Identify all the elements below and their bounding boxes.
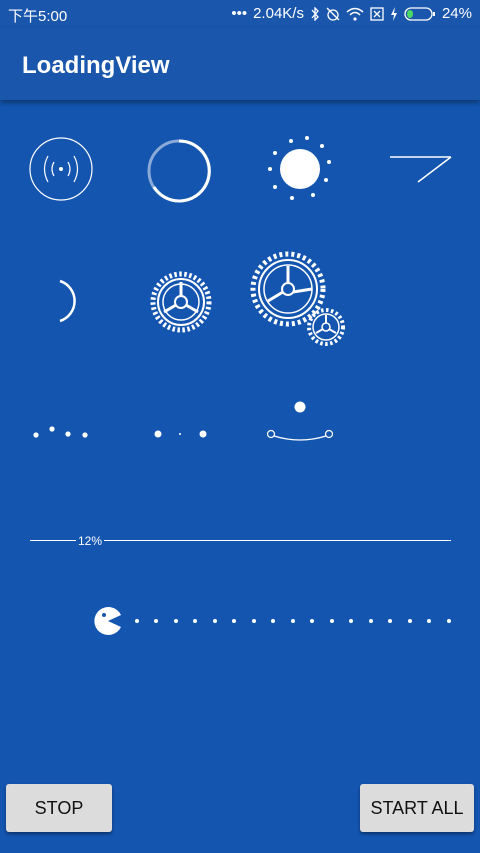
sun-loading-icon[interactable] [265,135,335,205]
progress-label: 12% [76,534,105,548]
bluetooth-icon [311,6,319,21]
line-loading-icon[interactable] [388,152,454,186]
ring-loading-icon[interactable] [146,138,212,204]
bounce-ball-loading-icon[interactable] [264,398,338,446]
status-bar: 下午5:00 ••• 2.04K/s 24% [0,0,480,28]
network-speed: 2.04K/s [253,5,304,22]
app-title: LoadingView [22,52,170,79]
more-dots-icon: ••• [231,5,248,22]
wifi-icon [346,7,364,21]
radar-loading-icon[interactable] [28,136,94,202]
sim-off-icon [370,6,384,21]
status-icons: ••• 2.04K/s 24% [231,5,472,22]
scale-dots-loading-icon[interactable] [150,426,212,442]
stop-button[interactable]: STOP [6,784,112,832]
wave-dots-loading-icon[interactable] [30,424,92,440]
battery-percent: 24% [441,5,472,22]
double-gear-loading-icon[interactable] [250,251,350,351]
alarm-off-icon [326,7,340,21]
arc-loading-icon[interactable] [50,278,90,324]
gear-loading-icon[interactable] [149,270,213,334]
pacman-loading-icon[interactable] [92,604,462,638]
charging-icon [390,6,397,21]
app-bar: LoadingView [0,28,480,100]
battery-icon [404,6,435,21]
status-time: 下午5:00 [8,8,68,25]
start-all-button[interactable]: START ALL [360,784,474,832]
